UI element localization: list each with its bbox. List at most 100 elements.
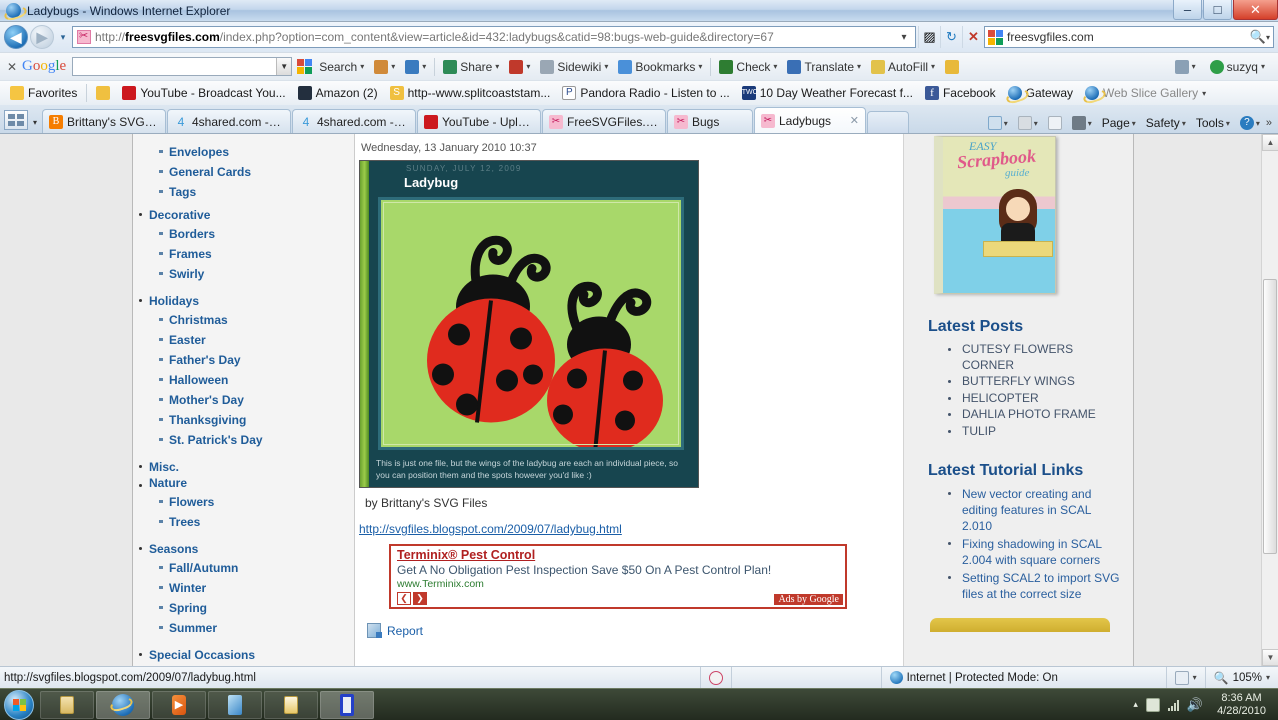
easy-scrapbook-guide-ad[interactable]: EASY Scrapbook guide xyxy=(922,136,1072,296)
close-button[interactable]: ✕ xyxy=(1233,0,1278,20)
sidebar-link[interactable]: Tags xyxy=(169,185,196,199)
print-button[interactable]: ▾ xyxy=(1068,116,1096,130)
sidebar-link[interactable]: St. Patrick's Day xyxy=(169,433,263,447)
sidebar-link[interactable]: Special Occasions xyxy=(149,648,255,662)
google-gift-button[interactable]: ▾ xyxy=(369,59,400,74)
chevron-down-icon[interactable]: ▾ xyxy=(1004,119,1008,128)
highlighter-button[interactable] xyxy=(940,59,964,74)
sidebar-item-st-patricks-day[interactable]: St. Patrick's Day xyxy=(133,430,354,450)
chevron-down-icon[interactable]: ▾ xyxy=(931,62,935,71)
favorite-item-amazon[interactable]: Amazon (2) xyxy=(292,86,384,100)
maximize-button[interactable]: □ xyxy=(1203,0,1232,20)
web-slice-gallery[interactable]: Web Slice Gallery ▾ xyxy=(1079,86,1212,100)
feeds-button[interactable]: ▾ xyxy=(1014,116,1042,130)
sidebar-link[interactable]: Seasons xyxy=(149,542,198,556)
favorites-folder[interactable] xyxy=(90,86,116,100)
security-zone[interactable]: Internet | Protected Mode: On xyxy=(880,667,1166,688)
taskbar-item-blue-app[interactable] xyxy=(320,690,374,719)
sidebar-link[interactable]: Easter xyxy=(169,333,206,347)
chevron-down-icon[interactable]: ▾ xyxy=(1132,119,1136,128)
refresh-button[interactable]: ↻ xyxy=(940,26,962,48)
scroll-up-button[interactable]: ▲ xyxy=(1262,134,1278,151)
sidebar-link[interactable]: Christmas xyxy=(169,313,228,327)
tab-list-caret[interactable]: ▾ xyxy=(28,118,42,127)
sidebar-link[interactable]: Father's Day xyxy=(169,353,241,367)
tab-close-icon[interactable]: ✕ xyxy=(850,114,859,127)
chevron-down-icon[interactable]: ▾ xyxy=(773,62,777,71)
favorite-item-youtube[interactable]: YouTube - Broadcast You... xyxy=(116,86,291,100)
search-provider-caret[interactable]: ▾ xyxy=(1266,33,1270,42)
yellow-banner[interactable] xyxy=(930,618,1110,632)
tab-youtube-upload[interactable]: YouTube - Uploa... xyxy=(417,109,541,133)
taskbar-item-paint[interactable] xyxy=(208,690,262,719)
tab-freesvgfiles[interactable]: ✂ FreeSVGFiles.co... xyxy=(542,109,666,133)
scrollbar-thumb[interactable] xyxy=(1263,279,1277,554)
sidebar-link[interactable]: Winter xyxy=(169,581,206,595)
chevron-down-icon[interactable]: ▾ xyxy=(1261,62,1265,71)
chevron-down-icon[interactable]: ▾ xyxy=(1202,89,1206,98)
recent-pages-caret[interactable]: ▾ xyxy=(56,32,70,43)
sidebar-item-christmas[interactable]: Christmas xyxy=(133,310,354,330)
chevron-down-icon[interactable]: ▾ xyxy=(1266,673,1270,682)
google-account-button[interactable]: suzyq ▾ xyxy=(1205,59,1270,74)
favorite-item-pandora[interactable]: P Pandora Radio - Listen to ... xyxy=(556,86,735,100)
sidebar-item-fall-autumn[interactable]: Fall/Autumn xyxy=(133,558,354,578)
ad-next-button[interactable]: ❯ xyxy=(413,592,427,605)
google-search-caret[interactable]: ▼ xyxy=(276,58,292,75)
sidebar-link[interactable]: Thanksgiving xyxy=(169,413,246,427)
chevron-down-icon[interactable]: ▾ xyxy=(1182,119,1186,128)
taskbar-item-internet-explorer[interactable] xyxy=(96,690,150,719)
list-item[interactable]: New vector creating and editing features… xyxy=(946,486,1123,536)
list-item[interactable]: TULIP xyxy=(946,424,1123,441)
chevron-down-icon[interactable]: ▾ xyxy=(698,62,702,71)
stumble-button[interactable]: ▾ xyxy=(504,59,535,74)
ads-by-google-label[interactable]: Ads by Google xyxy=(774,594,843,605)
favorite-item-facebook[interactable]: f Facebook xyxy=(919,86,1002,100)
google-search-field[interactable]: ▼ xyxy=(72,57,293,76)
sidebar-link[interactable]: Spring xyxy=(169,601,207,615)
sidebar-link[interactable]: Envelopes xyxy=(169,145,229,159)
search-input[interactable]: freesvgfiles.com 🔍 ▾ xyxy=(984,26,1274,48)
chevron-down-icon[interactable]: ▾ xyxy=(1088,119,1092,128)
stop-button[interactable]: ✕ xyxy=(962,26,984,48)
help-menu[interactable]: ? ▾ xyxy=(1236,116,1264,130)
forward-button[interactable]: ▶ xyxy=(30,25,54,49)
favorites-button[interactable]: Favorites xyxy=(4,86,83,100)
report-link[interactable]: Report xyxy=(367,623,903,638)
chevron-down-icon[interactable]: ▾ xyxy=(1034,119,1038,128)
favorite-item-weather[interactable]: TWC 10 Day Weather Forecast f... xyxy=(736,86,919,100)
sidebar-item-thanksgiving[interactable]: Thanksgiving xyxy=(133,410,354,430)
source-link[interactable]: http://svgfiles.blogspot.com/2009/07/lad… xyxy=(359,522,622,536)
vertical-scrollbar[interactable]: ▲ ▼ xyxy=(1261,134,1278,666)
tab-bugs[interactable]: ✂ Bugs xyxy=(667,109,753,133)
list-item[interactable]: Setting SCAL2 to import SVG files at the… xyxy=(946,570,1123,604)
google-plus-button[interactable]: ▾ xyxy=(400,59,431,74)
sidebar-item-seasons[interactable]: Seasons Fall/Autumn Winter Spring Summer xyxy=(133,538,354,644)
sidebar-link[interactable]: Mother's Day xyxy=(169,393,244,407)
sidebar-link[interactable]: Flowers xyxy=(169,495,214,509)
sidebar-item-summer[interactable]: Summer xyxy=(133,618,354,638)
chevron-down-icon[interactable]: ▾ xyxy=(1193,673,1197,682)
tray-expand-icon[interactable]: ▴ xyxy=(1133,699,1138,710)
home-button[interactable]: ▾ xyxy=(984,116,1012,130)
sidebar-item-general-cards[interactable]: General Cards xyxy=(133,162,354,182)
clock[interactable]: 8:36 AM 4/28/2010 xyxy=(1211,692,1272,718)
sidebar-link[interactable]: Nature xyxy=(149,476,187,490)
sidebar-item-birthday[interactable]: Birthday xyxy=(133,664,354,666)
popup-blocked-indicator[interactable] xyxy=(699,667,731,688)
sidebar-item-mothers-day[interactable]: Mother's Day xyxy=(133,390,354,410)
sidewiki-button[interactable]: Sidewiki ▾ xyxy=(535,59,613,74)
ad-prev-button[interactable]: ❮ xyxy=(397,592,411,605)
list-item[interactable]: HELICOPTER xyxy=(946,391,1123,408)
scroll-down-button[interactable]: ▼ xyxy=(1262,649,1278,666)
sidebar-item-trees[interactable]: Trees xyxy=(133,512,354,532)
taskbar-item-media-player[interactable]: ▶ xyxy=(152,690,206,719)
sidebar-item-special-occasions[interactable]: Special Occasions Birthday Graduation Va… xyxy=(133,644,354,666)
minimize-button[interactable]: – xyxy=(1173,0,1202,20)
compatibility-view-button[interactable]: ▨ xyxy=(918,26,940,48)
action-center-icon[interactable] xyxy=(1145,697,1160,712)
tab-4shared-two[interactable]: 4 4shared.com - fr... xyxy=(292,109,416,133)
translate-button[interactable]: Translate ▾ xyxy=(782,59,866,74)
quick-tabs-icon[interactable] xyxy=(4,110,28,130)
favorite-item-splitcoast[interactable]: S http--www.splitcoaststam... xyxy=(384,86,557,100)
